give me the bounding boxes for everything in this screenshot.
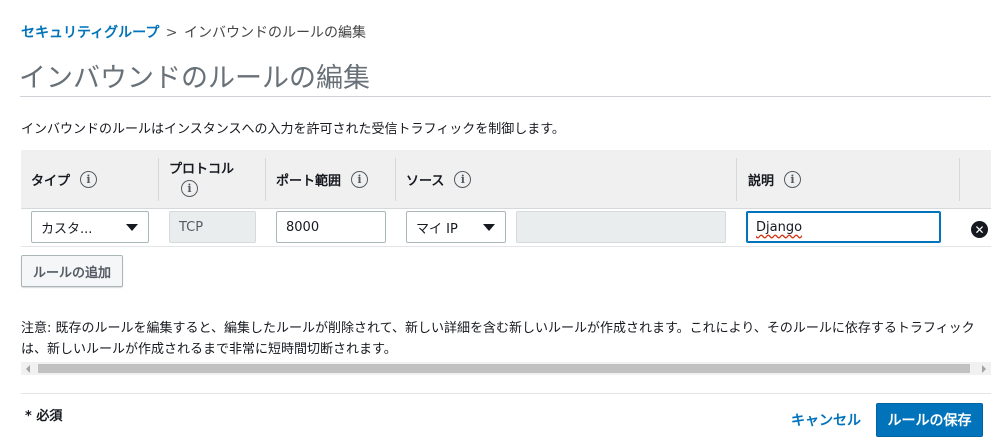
- required-note: * 必須: [25, 409, 63, 424]
- breadcrumb-current: インバウンドのルールの編集: [183, 25, 366, 41]
- source-type-value: マイ IP: [416, 221, 458, 237]
- column-divider: [395, 158, 396, 201]
- column-header-type: タイプ i: [31, 150, 98, 209]
- save-rules-button[interactable]: ルールの保存: [876, 403, 983, 437]
- port-range-value: 8000: [286, 219, 320, 235]
- protocol-field: TCP: [169, 211, 256, 243]
- info-icon[interactable]: i: [454, 171, 472, 188]
- column-divider: [736, 158, 737, 201]
- column-header-source: ソース i: [406, 150, 472, 209]
- column-label-protocol: プロトコル: [169, 162, 235, 177]
- horizontal-scrollbar[interactable]: [21, 362, 991, 375]
- caret-down-icon: [483, 224, 495, 231]
- breadcrumb: セキュリティグループ > インバウンドのルールの編集: [21, 22, 366, 42]
- protocol-value: TCP: [179, 219, 204, 235]
- page-title: インバウンドのルールの編集: [19, 63, 370, 94]
- cancel-button[interactable]: キャンセル: [791, 410, 861, 430]
- info-icon[interactable]: i: [80, 171, 98, 188]
- source-cidr-field: [516, 211, 726, 243]
- column-divider: [959, 158, 960, 201]
- scrollbar-thumb[interactable]: [38, 364, 970, 373]
- info-icon[interactable]: i: [181, 180, 198, 197]
- info-icon[interactable]: i: [784, 171, 802, 188]
- add-rule-button[interactable]: ルールの追加: [21, 255, 124, 287]
- row-divider: [21, 246, 991, 247]
- column-label-description: 説明: [748, 174, 775, 189]
- column-label-port-range: ポート範囲: [276, 174, 342, 189]
- scroll-left-arrow-icon[interactable]: [26, 365, 30, 373]
- caret-down-icon: [126, 224, 138, 231]
- column-label-type: タイプ: [31, 174, 71, 189]
- source-type-select[interactable]: マイ IP: [406, 211, 506, 243]
- type-select-value: カスタ...: [41, 221, 93, 237]
- description-input[interactable]: Django: [746, 211, 941, 243]
- column-divider: [158, 158, 159, 201]
- breadcrumb-link-security-groups[interactable]: セキュリティグループ: [21, 25, 159, 41]
- type-select[interactable]: カスタ...: [31, 211, 149, 243]
- scroll-right-arrow-icon[interactable]: [982, 365, 986, 373]
- edit-warning-note: 注意: 既存のルールを編集すると、編集したルールが削除されて、新しい詳細を含む新…: [21, 321, 975, 357]
- column-label-source: ソース: [406, 174, 445, 189]
- info-icon[interactable]: i: [351, 171, 369, 188]
- column-header-description: 説明 i: [748, 150, 802, 209]
- footer-divider: [21, 393, 991, 394]
- column-header-protocol: プロトコル i: [169, 150, 234, 209]
- description-value: Django: [756, 219, 803, 235]
- breadcrumb-separator: >: [165, 25, 178, 41]
- page-description: インバウンドのルールはインスタンスへの入力を許可された受信トラフィックを制御しま…: [21, 122, 565, 137]
- rules-table-header: タイプ i プロトコル i ポート範囲 i ソース i 説明 i: [21, 150, 991, 209]
- port-range-input[interactable]: 8000: [276, 211, 386, 243]
- column-divider: [265, 158, 266, 201]
- column-header-port-range: ポート範囲 i: [276, 150, 369, 209]
- close-circle-icon[interactable]: ✕: [971, 221, 988, 238]
- title-divider: [20, 96, 991, 97]
